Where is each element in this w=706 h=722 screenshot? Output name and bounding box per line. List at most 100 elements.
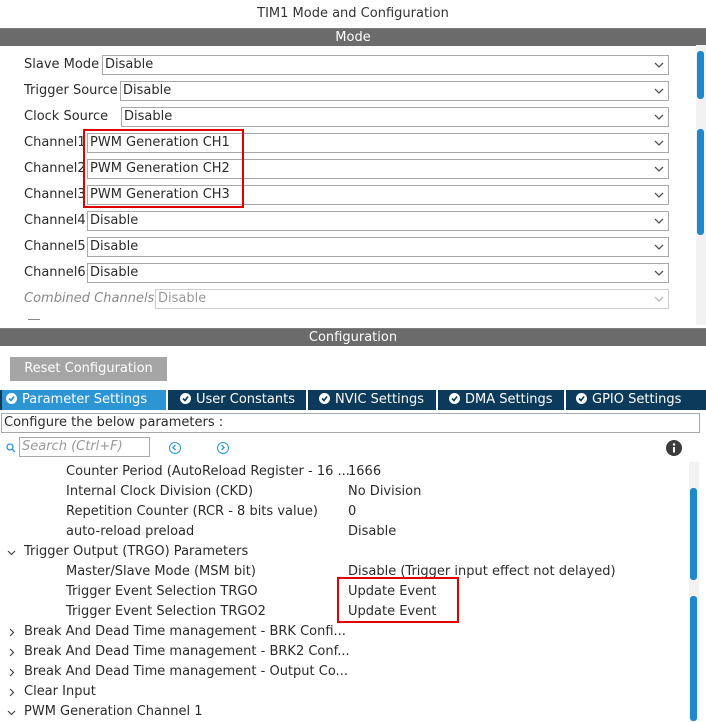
slave-mode-label: Slave Mode — [24, 57, 100, 72]
mode-scrollbar-thumb-upper[interactable] — [697, 51, 704, 99]
trigger-source-select[interactable]: Disable — [120, 81, 669, 101]
clock-source-value: Disable — [124, 109, 173, 124]
tab-dma-settings-label: DMA Settings — [465, 392, 553, 407]
tab-dma-settings[interactable]: DMA Settings — [445, 390, 564, 410]
chevron-down-icon — [654, 296, 664, 302]
channel6-select[interactable]: Disable — [87, 263, 669, 283]
param-row-auto-reload[interactable]: auto-reload preload Disable — [0, 522, 690, 542]
param-value[interactable]: Disable — [348, 522, 396, 542]
tab-user-constants-label: User Constants — [196, 392, 295, 407]
group-label: PWM Generation Channel 1 — [24, 704, 203, 719]
param-value[interactable]: No Division — [348, 482, 421, 502]
highlight-box-channels — [83, 129, 244, 208]
tab-separator — [436, 390, 438, 410]
group-trigger-output[interactable]: Trigger Output (TRGO) Parameters — [0, 542, 690, 562]
tab-nvic-settings-label: NVIC Settings — [335, 392, 424, 407]
param-name: Counter Period (AutoReload Register - 16… — [66, 464, 350, 479]
tab-separator — [306, 390, 308, 410]
group-label: Break And Dead Time management - BRK2 Co… — [24, 644, 350, 659]
param-value[interactable]: 1666 — [348, 462, 381, 482]
chevron-right-icon[interactable] — [7, 648, 16, 657]
channel5-label: Channel5 — [24, 239, 86, 254]
tab-gpio-settings[interactable]: GPIO Settings — [572, 390, 692, 410]
chevron-right-icon[interactable] — [7, 628, 16, 637]
param-name: Trigger Event Selection TRGO2 — [66, 604, 266, 619]
channel4-select[interactable]: Disable — [87, 211, 669, 231]
mode-section-bar[interactable]: Mode — [0, 28, 706, 46]
configure-message: Configure the below parameters : — [1, 413, 700, 433]
highlight-box-update-event — [337, 577, 459, 623]
mode-scrollbar-thumb[interactable] — [697, 129, 704, 235]
chevron-right-icon — [221, 444, 225, 451]
chevron-left-icon — [172, 444, 176, 451]
tab-parameter-settings-label: Parameter Settings — [22, 392, 148, 407]
group-brk[interactable]: Break And Dead Time management - BRK Con… — [0, 622, 690, 642]
check-circle-icon — [449, 393, 460, 404]
config-scrollbar-thumb-lower[interactable] — [690, 596, 697, 721]
clock-source-label: Clock Source — [24, 109, 109, 124]
group-label: Trigger Output (TRGO) Parameters — [24, 544, 249, 559]
chevron-down-icon — [654, 62, 664, 68]
chevron-right-icon[interactable] — [7, 688, 16, 697]
chevron-down-icon — [654, 140, 664, 146]
param-name: Master/Slave Mode (MSM bit) — [66, 564, 256, 579]
param-row-repetition-counter[interactable]: Repetition Counter (RCR - 8 bits value) … — [0, 502, 690, 522]
chevron-down-icon — [654, 114, 664, 120]
combined-channels-select: Disable — [155, 289, 669, 309]
group-brk2[interactable]: Break And Dead Time management - BRK2 Co… — [0, 642, 690, 662]
param-row-clock-division[interactable]: Internal Clock Division (CKD) No Divisio… — [0, 482, 690, 502]
slave-mode-select[interactable]: Disable — [102, 55, 669, 75]
check-circle-icon — [319, 393, 330, 404]
search-input[interactable]: Search (Ctrl+F) — [19, 437, 150, 457]
info-icon[interactable] — [666, 440, 682, 456]
chevron-right-icon[interactable] — [7, 668, 16, 677]
chevron-down-icon — [654, 244, 664, 250]
reset-configuration-button[interactable]: Reset Configuration — [10, 357, 167, 381]
tab-nvic-settings[interactable]: NVIC Settings — [315, 390, 436, 410]
chevron-down-icon — [654, 270, 664, 276]
clock-source-select[interactable]: Disable — [121, 107, 669, 127]
trigger-source-label: Trigger Source — [24, 83, 118, 98]
channel5-value: Disable — [90, 239, 139, 254]
group-pwm-channel-1[interactable]: PWM Generation Channel 1 — [0, 702, 690, 722]
search-next-button[interactable] — [217, 442, 229, 454]
channel4-value: Disable — [90, 213, 139, 228]
param-value[interactable]: 0 — [348, 502, 356, 522]
group-label: Break And Dead Time management - BRK Con… — [24, 624, 346, 639]
channel3-label: Channel3 — [24, 187, 86, 202]
group-label: Break And Dead Time management - Output … — [24, 664, 348, 679]
chevron-down-icon[interactable] — [7, 708, 16, 717]
window-title: TIM1 Mode and Configuration — [0, 0, 706, 28]
tab-user-constants[interactable]: User Constants — [176, 390, 306, 410]
configuration-section-bar[interactable]: Configuration — [0, 328, 706, 346]
info-glyph — [672, 443, 676, 453]
group-label: Clear Input — [24, 684, 96, 699]
param-name: auto-reload preload — [66, 524, 195, 539]
param-name: Trigger Event Selection TRGO — [66, 584, 258, 599]
config-tab-bar: Parameter Settings User Constants NVIC S… — [0, 390, 706, 410]
param-name: Repetition Counter (RCR - 8 bits value) — [66, 504, 318, 519]
search-icon — [6, 442, 16, 453]
channel2-label: Channel2 — [24, 161, 86, 176]
slave-mode-value: Disable — [105, 57, 154, 72]
config-scrollbar[interactable] — [689, 462, 699, 721]
chevron-down-icon — [654, 192, 664, 198]
channel5-select[interactable]: Disable — [87, 237, 669, 257]
mode-scrollbar[interactable] — [696, 45, 706, 325]
group-clear-input[interactable]: Clear Input — [0, 682, 690, 702]
tab-parameter-settings[interactable]: Parameter Settings — [2, 390, 166, 410]
chevron-down-icon — [654, 218, 664, 224]
clipped-checkbox — [28, 319, 40, 326]
config-scrollbar-thumb[interactable] — [690, 488, 697, 580]
check-circle-icon — [180, 393, 191, 404]
param-name: Internal Clock Division (CKD) — [66, 484, 254, 499]
channel4-label: Channel4 — [24, 213, 86, 228]
param-row-counter-period[interactable]: Counter Period (AutoReload Register - 16… — [0, 462, 690, 482]
chevron-down-icon — [654, 88, 664, 94]
combined-channels-label: Combined Channels — [24, 291, 155, 306]
chevron-down-icon[interactable] — [7, 548, 16, 557]
channel6-label: Channel6 — [24, 265, 86, 280]
search-prev-button[interactable] — [169, 442, 181, 454]
tab-separator — [564, 390, 566, 410]
group-output-control[interactable]: Break And Dead Time management - Output … — [0, 662, 690, 682]
